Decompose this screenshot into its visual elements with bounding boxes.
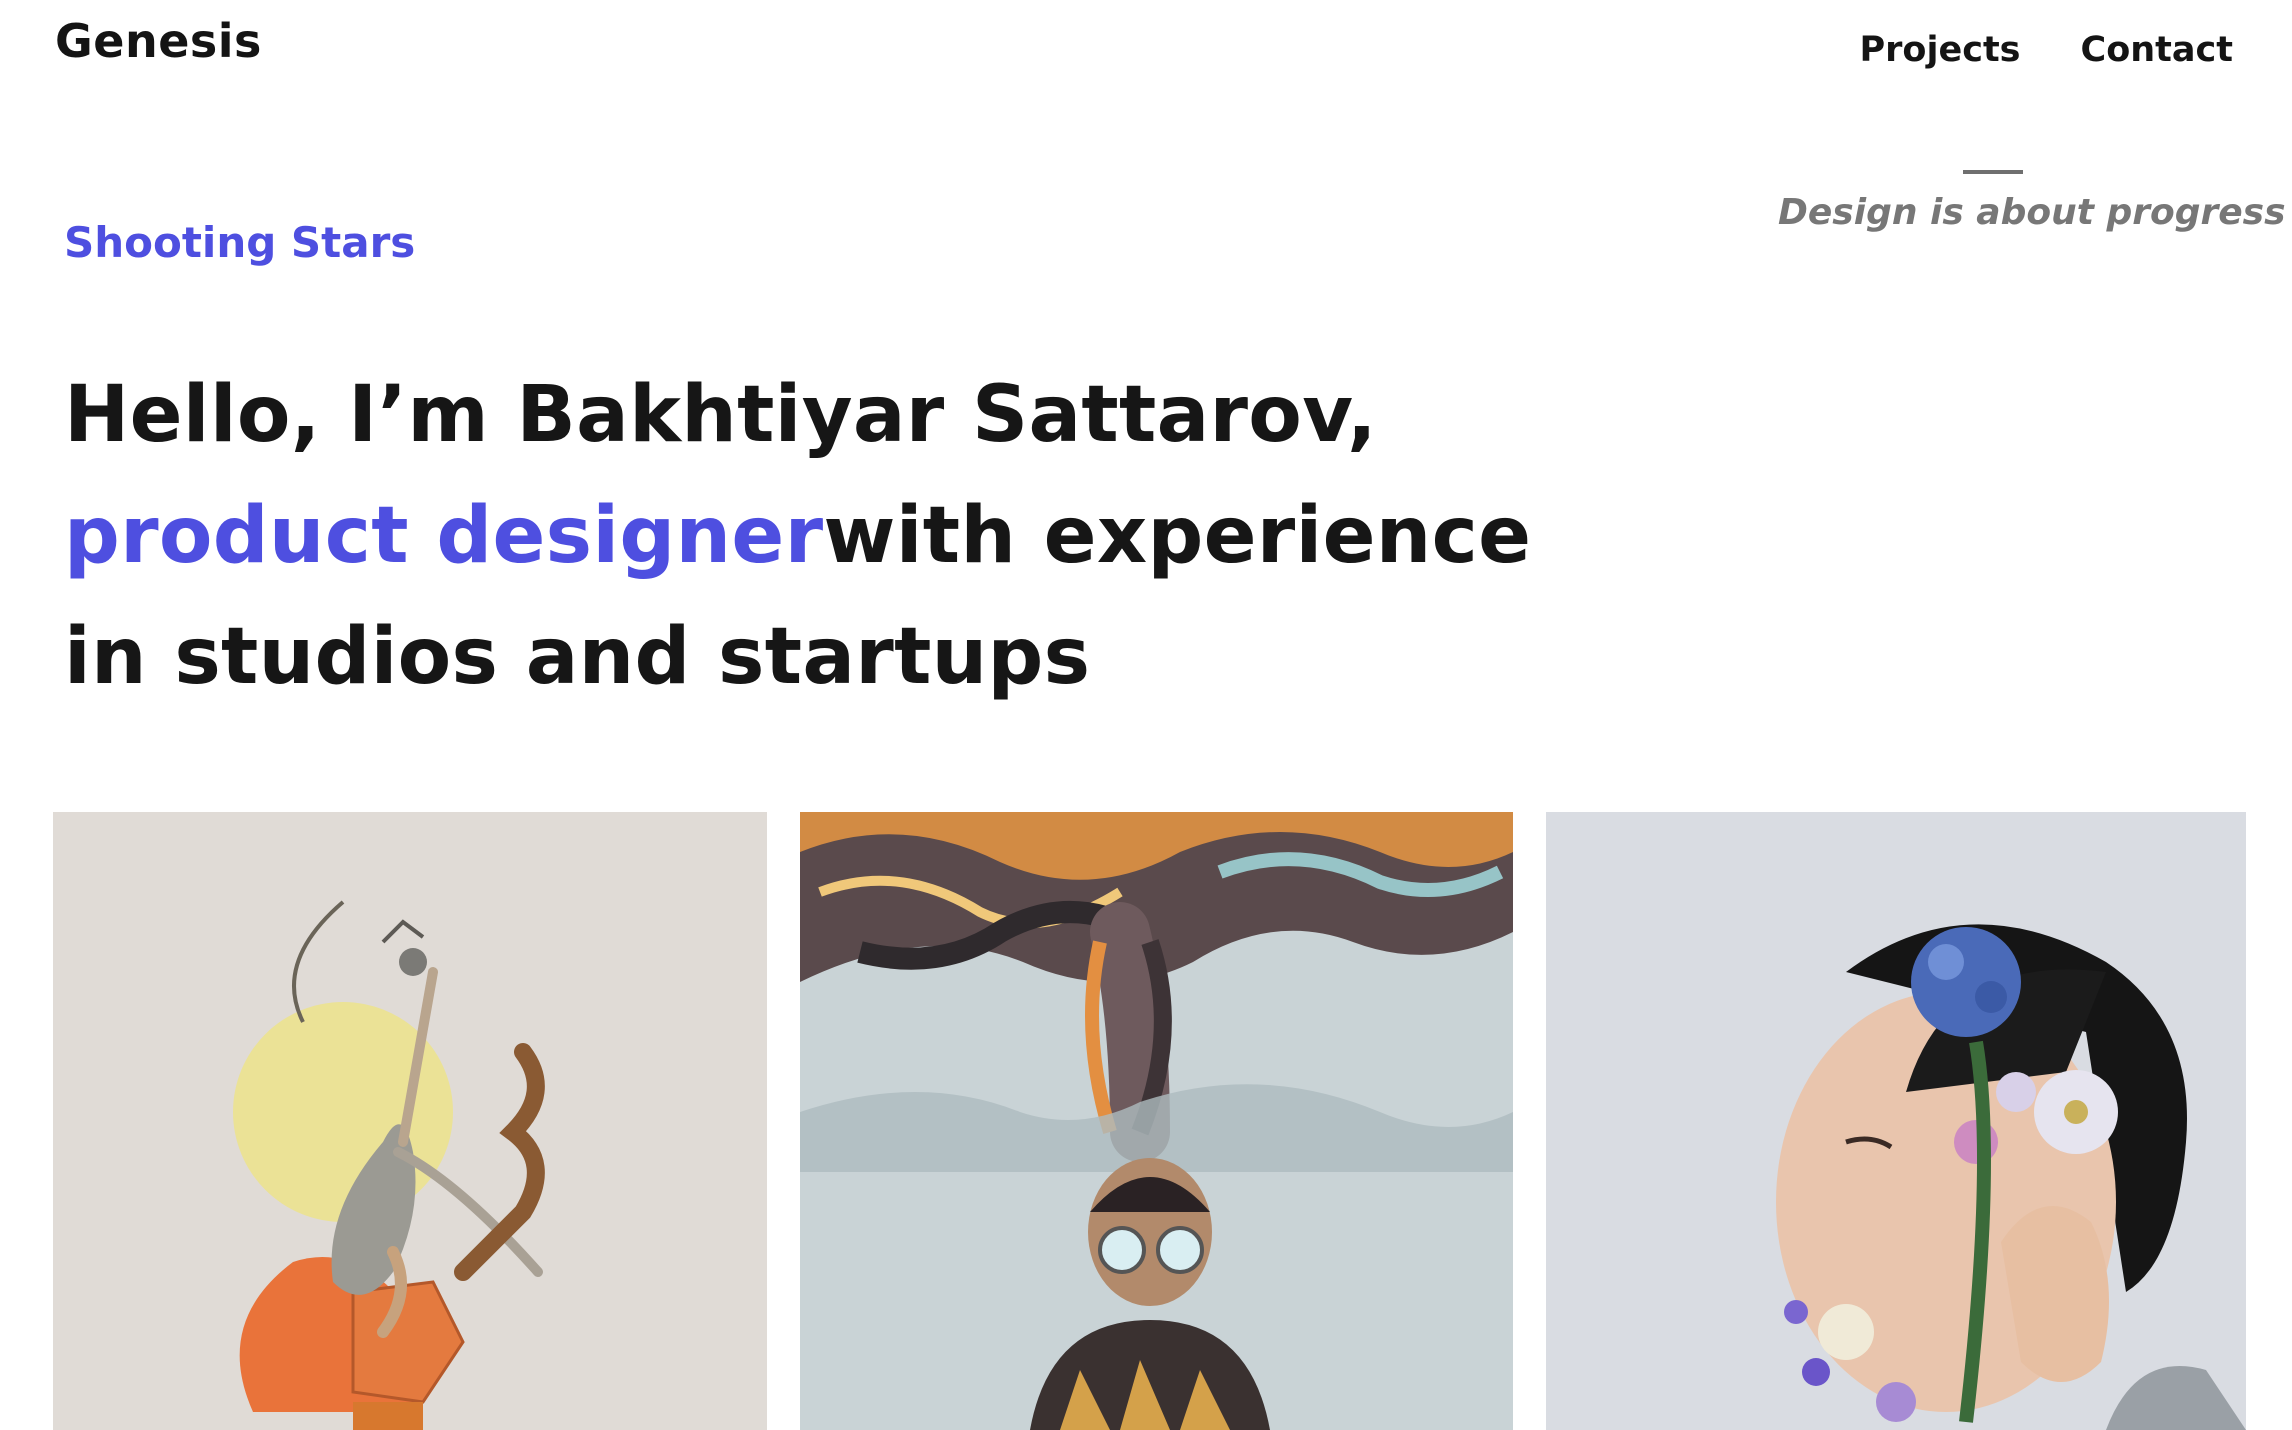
project-tile-flower-face[interactable] bbox=[1546, 812, 2246, 1430]
project-gallery bbox=[0, 812, 2292, 1430]
tagline-block: Design is about progress bbox=[1778, 170, 2286, 233]
page: Genesis Projects Contact Design is about… bbox=[0, 0, 2292, 1430]
hero-line-1: Hello, I’m Bakhtiyar Sattarov, bbox=[64, 370, 1377, 460]
hero-accent-role: product designer bbox=[64, 491, 824, 581]
main-nav: Projects Contact bbox=[1860, 24, 2234, 76]
logo[interactable]: Genesis bbox=[55, 14, 262, 68]
flower-face-image bbox=[1546, 812, 2246, 1430]
hero-line-2-rest: with experience bbox=[823, 491, 1532, 581]
dream-burst-image bbox=[800, 812, 1513, 1430]
nav-link-contact[interactable]: Contact bbox=[2081, 24, 2233, 76]
tagline-divider bbox=[1963, 170, 2023, 174]
nav-link-projects[interactable]: Projects bbox=[1860, 24, 2021, 76]
section-eyebrow: Shooting Stars bbox=[64, 218, 416, 267]
hero-heading: Hello, I’m Bakhtiyar Sattarov, product d… bbox=[64, 355, 1531, 718]
project-tile-collage-dancer[interactable] bbox=[53, 812, 767, 1430]
collage-dancer-image bbox=[53, 812, 767, 1430]
hero-line-3: in studios and startups bbox=[64, 612, 1091, 702]
hero-line-2: product designerwith experience bbox=[64, 476, 1531, 597]
project-tile-dream-burst[interactable] bbox=[800, 812, 1513, 1430]
tagline: Design is about progress bbox=[1778, 192, 2286, 233]
